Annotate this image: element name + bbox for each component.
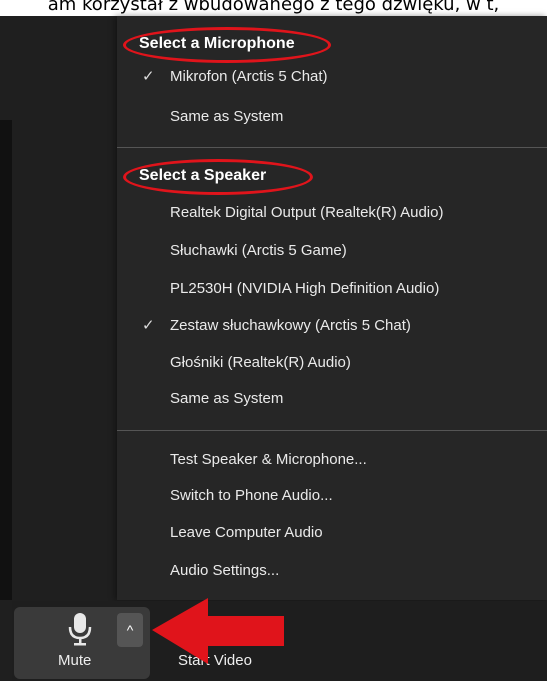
microphone-title-highlight (123, 27, 331, 63)
speaker-option-realtek-digital[interactable]: Realtek Digital Output (Realtek(R) Audio… (117, 198, 547, 228)
test-speaker-microphone-item[interactable]: Test Speaker & Microphone... (117, 445, 547, 475)
menu-divider (117, 147, 547, 148)
speaker-option-arctis-game[interactable]: Słuchawki (Arctis 5 Game) (117, 236, 547, 266)
menu-item-label: PL2530H (NVIDIA High Definition Audio) (170, 280, 440, 297)
speaker-option-pl2530h[interactable]: PL2530H (NVIDIA High Definition Audio) (117, 274, 547, 304)
switch-to-phone-audio-item[interactable]: Switch to Phone Audio... (117, 481, 547, 511)
menu-item-label: Same as System (170, 108, 284, 125)
audio-settings-item[interactable]: Audio Settings... (117, 556, 547, 586)
annotation-arrow-icon (152, 598, 284, 664)
speaker-option-same-as-system[interactable]: Same as System (117, 384, 547, 414)
menu-item-label: Test Speaker & Microphone... (170, 451, 367, 468)
menu-item-label: Same as System (170, 390, 284, 407)
audio-options-caret-button[interactable]: ^ (117, 613, 143, 647)
leave-computer-audio-item[interactable]: Leave Computer Audio (117, 518, 547, 548)
video-area-edge (0, 120, 12, 600)
menu-item-label: Switch to Phone Audio... (170, 487, 333, 504)
mute-label: Mute (58, 652, 92, 669)
microphone-option-arctis[interactable]: ✓ Mikrofon (Arctis 5 Chat) (117, 62, 547, 92)
check-icon: ✓ (142, 317, 155, 334)
audio-menu: Select a Microphone ✓ Mikrofon (Arctis 5… (117, 16, 547, 600)
check-icon: ✓ (142, 68, 155, 85)
menu-item-label: Realtek Digital Output (Realtek(R) Audio… (170, 204, 444, 221)
speaker-title-highlight (123, 159, 313, 195)
speaker-option-realtek-speakers[interactable]: Głośniki (Realtek(R) Audio) (117, 348, 547, 378)
menu-divider (117, 430, 547, 431)
menu-item-label: Głośniki (Realtek(R) Audio) (170, 354, 351, 371)
menu-item-label: Słuchawki (Arctis 5 Game) (170, 242, 347, 259)
menu-item-label: Zestaw słuchawkowy (Arctis 5 Chat) (170, 317, 411, 334)
microphone-icon[interactable] (68, 612, 92, 646)
speaker-option-arctis-chat[interactable]: ✓ Zestaw słuchawkowy (Arctis 5 Chat) (117, 311, 547, 341)
menu-item-label: Audio Settings... (170, 562, 280, 579)
menu-item-label: Leave Computer Audio (170, 524, 323, 541)
page-caption: am korzystał z wbudowanego z tego dźwięk… (47, 0, 500, 15)
microphone-option-same-as-system[interactable]: Same as System (117, 102, 547, 132)
menu-item-label: Mikrofon (Arctis 5 Chat) (170, 68, 328, 85)
